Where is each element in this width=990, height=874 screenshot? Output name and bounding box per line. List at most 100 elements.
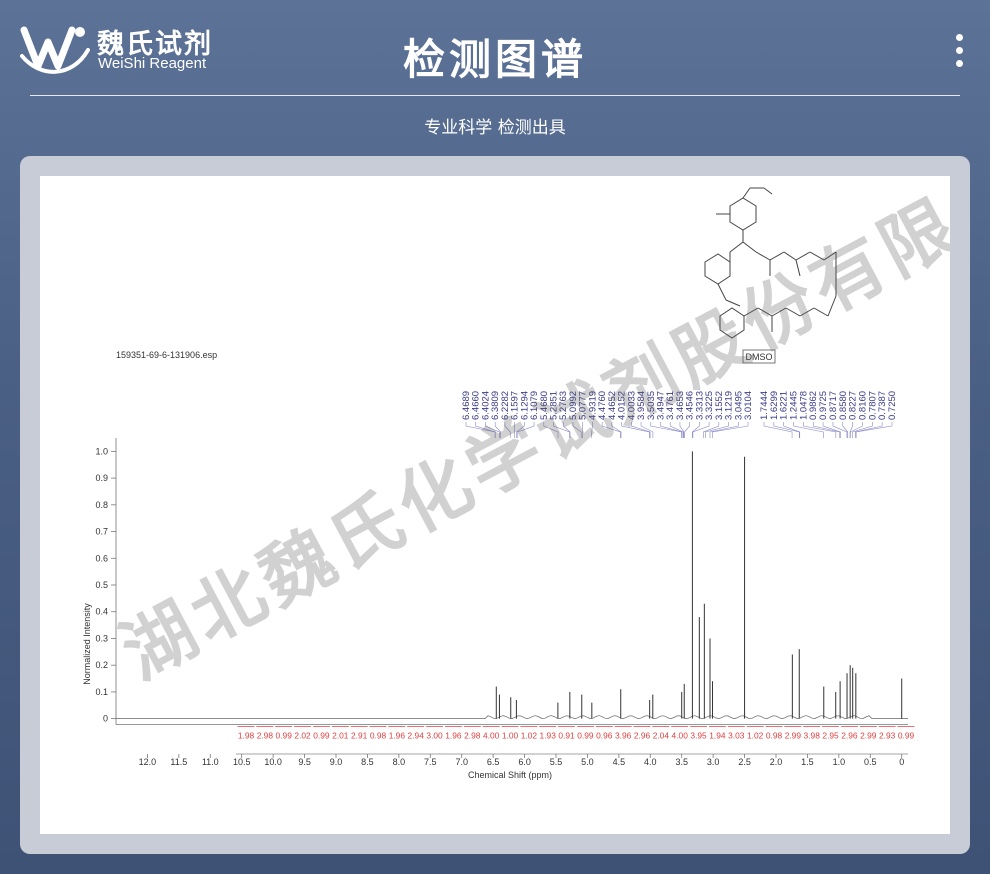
y-tick-label: 0.2 [95,660,108,670]
y-tick-label: 0 [103,714,108,724]
integral-value: 1.96 [389,731,406,741]
x-tick-label: 11.5 [170,757,187,767]
y-tick-label: 0.9 [95,473,108,483]
peak-label-connector [465,422,496,438]
y-tick-label: 0.5 [95,580,108,590]
peak-label-connector [504,422,511,438]
x-tick-label: 0.5 [864,757,877,767]
peak-label-connector [640,422,654,438]
molecule-structure-icon [704,187,837,339]
solvent-label: DMSO [746,352,773,362]
integral-value: 4.00 [672,731,689,741]
peak-label-connector [553,422,570,438]
y-tick-label: 1.0 [95,446,108,456]
y-tick-label: 0.3 [95,633,108,643]
more-menu-icon[interactable] [954,34,964,72]
peak-label-connector [517,422,535,438]
header-divider [30,95,960,96]
header: 魏氏试剂 WeiShi Reagent 检测图谱 [0,0,990,96]
peak-label-connector [485,422,500,438]
peak-label-connector [763,422,793,438]
x-axis-title: Chemical Shift (ppm) [468,770,552,780]
x-tick-label: 2.5 [738,757,751,767]
integral-value: 1.96 [445,731,462,741]
integral-value: 2.99 [860,731,877,741]
peak-shift-label: 0.7250 [887,391,898,420]
y-tick-label: 0.1 [95,687,108,697]
x-tick-label: 10.0 [264,757,282,767]
x-tick-label: 0 [899,757,904,767]
integral-value: 1.93 [540,731,557,741]
x-tick-label: 9.0 [330,757,343,767]
peak-label-group: 6.46896.46606.40246.38096.22826.15976.12… [461,391,898,438]
axes-group: 0 0.1 0.2 0.3 0.4 0.5 0.6 0.7 0.8 0.9 1.0 12.0 11.5 1… [95,438,908,767]
peak-label-connector [773,422,800,438]
integral-value: 0.99 [898,731,915,741]
integral-value: 0.96 [596,731,613,741]
x-tick-label: 8.5 [361,757,374,767]
integral-value: 1.98 [238,731,255,741]
peak-label-connector [712,422,749,438]
integral-value: 3.00 [426,731,443,741]
peak-group [495,451,903,719]
x-tick-label: 1.5 [801,757,814,767]
x-tick-label: 12.0 [139,757,157,767]
x-tick-label: 9.5 [298,757,311,767]
x-tick-label: 3.5 [675,757,688,767]
integral-value: 0.91 [558,731,575,741]
x-tick-label: 5.0 [581,757,594,767]
integral-value: 2.96 [841,731,858,741]
peak-label-connector [855,422,893,438]
integral-value: 2.93 [879,731,896,741]
integral-value: 1.00 [502,731,519,741]
peak-label-connector [650,422,682,438]
x-tick-label: 6.0 [518,757,531,767]
integral-value: 2.02 [294,731,311,741]
y-tick-label: 0.6 [95,553,108,563]
file-label: 159351-69-6-131906.esp [116,350,217,360]
y-tick-label: 0.4 [95,607,108,617]
integral-value: 1.94 [709,731,726,741]
integral-value: 2.98 [257,731,274,741]
integral-value: 0.98 [766,731,783,741]
integral-value: 2.98 [464,731,481,741]
integral-value: 1.02 [521,731,538,741]
x-tick-label: 5.5 [550,757,563,767]
integral-value: 1.02 [747,731,764,741]
integral-value: 2.91 [351,731,368,741]
x-tick-label: 1.0 [833,757,846,767]
peak-label-connector [543,422,559,438]
integral-value: 2.96 [634,731,651,741]
integral-value: 3.98 [804,731,821,741]
nmr-spectrum-chart: 6.46896.46606.40246.38096.22826.15976.12… [82,187,915,780]
integral-value: 3.03 [728,731,745,741]
x-tick-label: 6.5 [487,757,500,767]
page-title: 检测图谱 [402,35,587,84]
peak-label-connector [591,422,593,438]
spectrum-paper: 6.4689 6.4660 6.4024 6.3809 6.2282 6.1597 6.12… [40,176,950,834]
integral-value: 2.99 [785,731,802,741]
integral-group: 1.98 2.98 0.99 2.02 0.99 2.01 2.91 0.98 1.96 2.94… [237,726,915,741]
peak-label-connector [621,422,650,438]
peak-label-connector [494,422,501,438]
y-axis-title: Normalized Intensity [82,603,92,685]
peak-label-connector [684,422,690,438]
spectrum-baseline [115,715,908,719]
page-subtitle: 专业科学 检测出具 [424,118,566,138]
integral-value: 0.99 [313,731,330,741]
integral-value: 2.95 [822,731,839,741]
integral-value: 2.01 [332,731,349,741]
solvent-marker: DMSO [742,349,776,364]
x-tick-label: 10.5 [233,757,251,767]
x-tick-label: 4.0 [644,757,657,767]
x-tick-label: 7.5 [424,757,437,767]
integral-value: 3.96 [615,731,632,741]
peak-label-connector [793,422,824,438]
peak-shift-label: 3.0104 [743,391,754,420]
y-tick-label: 0.7 [95,527,108,537]
integral-value: 0.99 [276,731,293,741]
integral-value: 0.99 [577,731,594,741]
x-tick-label: 2.0 [770,757,783,767]
x-tick-label: 8.0 [393,757,406,767]
integral-value: 0.98 [370,731,387,741]
